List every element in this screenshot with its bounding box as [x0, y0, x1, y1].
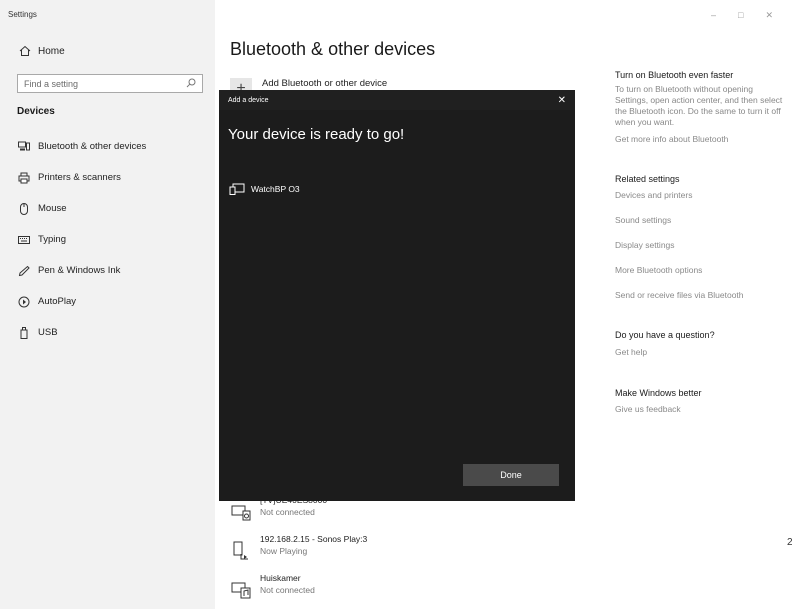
pen-icon	[17, 264, 31, 278]
search-box[interactable]	[17, 74, 203, 93]
related-link-bluetooth-options[interactable]: More Bluetooth options	[615, 265, 785, 275]
related-settings-title: Related settings	[615, 174, 680, 184]
sidebar: Settings Home Devices Bluetooth & other …	[0, 0, 215, 609]
section-title-devices: Devices	[17, 106, 55, 117]
tv-icon	[230, 501, 252, 523]
sidebar-item-pen[interactable]: Pen & Windows Ink	[17, 255, 146, 286]
add-device-label: Add Bluetooth or other device	[262, 78, 388, 89]
close-button[interactable]: ✕	[765, 10, 773, 21]
window-controls: – □ ✕	[711, 10, 773, 21]
right-panel: Turn on Bluetooth even faster To turn on…	[615, 70, 785, 414]
usb-icon	[17, 326, 31, 340]
dialog-close-button[interactable]: ✕	[558, 95, 566, 106]
done-button[interactable]: Done	[463, 464, 559, 486]
printer-icon	[17, 171, 31, 185]
device-name: Huiskamer	[260, 573, 301, 583]
settings-window: Settings Home Devices Bluetooth & other …	[0, 0, 787, 609]
media-device-icon	[230, 579, 252, 601]
sidebar-item-label: Typing	[38, 234, 66, 245]
sidebar-item-mouse[interactable]: Mouse	[17, 193, 146, 224]
page-title: Bluetooth & other devices	[230, 39, 436, 59]
faster-text: To turn on Bluetooth without opening Set…	[615, 84, 783, 127]
more-info-link[interactable]: Get more info about Bluetooth	[615, 134, 785, 144]
sidebar-item-autoplay[interactable]: AutoPlay	[17, 286, 146, 317]
device-name: 192.168.2.15 - Sonos Play:3	[260, 534, 368, 544]
make-windows-better-title: Make Windows better	[615, 388, 702, 398]
home-icon	[18, 44, 32, 58]
sidebar-item-typing[interactable]: Typing	[17, 224, 146, 255]
speaker-icon	[230, 540, 252, 562]
search-icon[interactable]	[186, 75, 196, 93]
nav-home-label: Home	[38, 45, 65, 57]
device-icon	[229, 182, 245, 196]
give-feedback-link[interactable]: Give us feedback	[615, 404, 785, 414]
faster-title: Turn on Bluetooth even faster	[615, 70, 734, 80]
sidebar-item-printers[interactable]: Printers & scanners	[17, 162, 146, 193]
dialog-titlebar: Add a device ✕	[219, 90, 575, 110]
search-input[interactable]	[24, 78, 174, 89]
dialog-heading: Your device is ready to go!	[228, 126, 405, 143]
sidebar-item-label: Mouse	[38, 203, 67, 214]
sidebar-item-label: Printers & scanners	[38, 172, 121, 183]
minimize-button[interactable]: –	[711, 10, 716, 21]
related-link-devices-printers[interactable]: Devices and printers	[615, 190, 785, 200]
device-list: [TV]UE40ES8000 Not connected 192.168.2.1…	[230, 495, 367, 609]
bluetooth-devices-icon	[17, 140, 31, 154]
nav-list: Bluetooth & other devices Printers & sca…	[17, 131, 146, 348]
get-help-link[interactable]: Get help	[615, 347, 785, 357]
related-link-send-receive[interactable]: Send or receive files via Bluetooth	[615, 290, 785, 300]
device-status: Now Playing	[260, 546, 308, 556]
related-link-sound[interactable]: Sound settings	[615, 215, 785, 225]
app-title: Settings	[8, 10, 37, 19]
sidebar-item-label: AutoPlay	[38, 296, 77, 307]
related-link-display[interactable]: Display settings	[615, 240, 785, 250]
paired-device: WatchBP O3	[229, 182, 300, 196]
nav-home[interactable]: Home	[18, 43, 65, 59]
add-device-dialog: Add a device ✕ Your device is ready to g…	[219, 90, 575, 501]
maximize-button[interactable]: □	[738, 10, 743, 21]
sidebar-item-label: Bluetooth & other devices	[38, 141, 147, 152]
sidebar-item-usb[interactable]: USB	[17, 317, 146, 348]
dialog-title: Add a device	[228, 96, 269, 104]
autoplay-icon	[17, 295, 31, 309]
sidebar-item-label: USB	[38, 327, 58, 338]
question-title: Do you have a question?	[615, 330, 715, 340]
mouse-icon	[17, 202, 31, 216]
device-status: Not connected	[260, 507, 315, 517]
sidebar-item-label: Pen & Windows Ink	[38, 265, 121, 276]
keyboard-icon	[17, 233, 31, 247]
edge-glyph: 2	[787, 537, 792, 548]
device-status: Not connected	[260, 585, 315, 595]
device-item[interactable]: Huiskamer Not connected	[230, 573, 367, 609]
sidebar-item-bluetooth[interactable]: Bluetooth & other devices	[17, 131, 146, 162]
paired-device-name: WatchBP O3	[251, 184, 300, 194]
device-item[interactable]: 192.168.2.15 - Sonos Play:3 Now Playing	[230, 534, 367, 573]
